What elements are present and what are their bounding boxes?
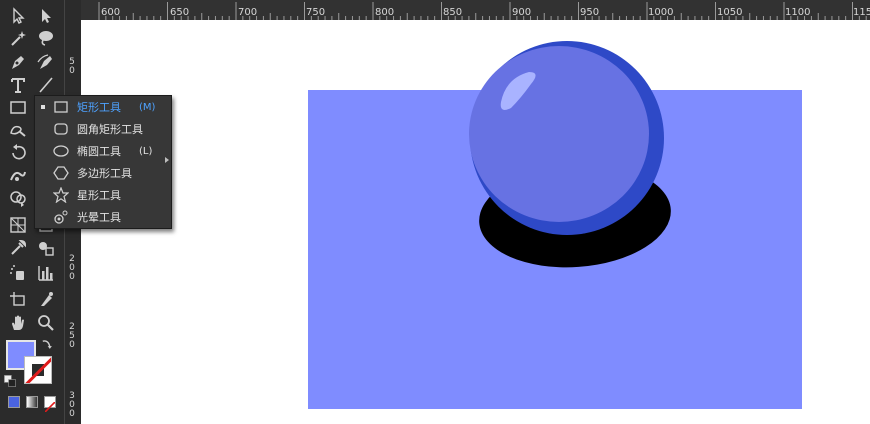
zoom-icon — [38, 315, 54, 331]
perspective-icon — [10, 217, 26, 233]
slice-tool[interactable] — [34, 288, 58, 310]
flyout-item-label: 多边形工具 — [77, 167, 132, 180]
rounded-rectangle-icon — [52, 120, 70, 138]
flyout-item-label: 圆角矩形工具 — [77, 123, 143, 136]
shape-builder-tool[interactable] — [6, 187, 30, 209]
ruler-label: 850 — [443, 7, 463, 18]
ruler-label: 300 — [69, 391, 75, 419]
star-icon — [52, 186, 70, 204]
lasso-tool[interactable] — [34, 27, 58, 49]
ellipse-icon — [52, 142, 70, 160]
stroke-color-swatch[interactable] — [24, 356, 52, 384]
flyout-item-label: 矩形工具 — [77, 101, 121, 114]
flyout-item-ellipse[interactable]: 椭圆工具 (L) — [35, 140, 165, 162]
ruler-label: 1100 — [785, 7, 811, 18]
magic-wand-icon — [11, 31, 26, 46]
type-tool[interactable] — [6, 74, 30, 96]
symbol-sprayer-tool[interactable] — [6, 262, 30, 284]
ruler-label: 1000 — [648, 7, 674, 18]
ruler-label: 900 — [512, 7, 532, 18]
artboard-icon — [10, 292, 25, 306]
canvas-area[interactable] — [81, 20, 870, 424]
flyout-item-label: 椭圆工具 — [77, 145, 121, 158]
shape-tools-flyout: 矩形工具 (M) 圆角矩形工具 椭圆工具 (L) 多边形工具 星形工具 光晕工具 — [34, 95, 172, 229]
line-tool[interactable] — [34, 74, 58, 96]
ruler-label: 1050 — [717, 7, 743, 18]
hand-tool[interactable] — [6, 312, 30, 334]
swap-arrows-icon — [42, 340, 52, 349]
horizontal-ruler: 600 650 700 750 800 850 900 950 1000 105… — [81, 0, 870, 21]
paintbrush-icon — [10, 125, 26, 137]
ruler-label: 600 — [101, 7, 121, 18]
flyout-item-star[interactable]: 星形工具 — [35, 184, 165, 206]
ruler-label: 115 — [853, 7, 870, 18]
flyout-item-rounded-rectangle[interactable]: 圆角矩形工具 — [35, 118, 165, 140]
flare-icon — [52, 208, 70, 226]
line-icon — [39, 77, 53, 93]
default-colors-button[interactable] — [3, 374, 17, 388]
pen-tool[interactable] — [6, 51, 30, 73]
direct-selection-tool[interactable] — [34, 5, 58, 27]
ruler-ticks — [98, 2, 867, 20]
slice-icon — [41, 292, 53, 306]
none-slash-icon — [44, 401, 56, 413]
width-tool[interactable] — [6, 165, 30, 187]
polygon-icon — [52, 164, 70, 182]
graph-icon — [38, 266, 53, 281]
ruler-label: 800 — [375, 7, 395, 18]
width-icon — [10, 171, 26, 181]
ruler-label: 50 — [69, 57, 75, 76]
blend-icon — [39, 242, 54, 256]
paintbrush-tool[interactable] — [6, 118, 30, 140]
shape-builder-icon — [10, 191, 26, 207]
selection-tool[interactable] — [6, 5, 30, 27]
artwork — [308, 41, 802, 409]
ruler-label: 650 — [170, 7, 190, 18]
eyedropper-icon — [11, 239, 27, 255]
flyout-item-label: 光晕工具 — [77, 211, 121, 224]
ruler-label: 950 — [580, 7, 600, 18]
lasso-icon — [39, 31, 53, 46]
flyout-item-polygon[interactable]: 多边形工具 — [35, 162, 165, 184]
active-bullet — [41, 105, 45, 109]
rectangle-icon — [52, 98, 70, 116]
magic-wand-tool[interactable] — [6, 27, 30, 49]
direct-selection-icon — [42, 9, 51, 23]
hand-icon — [12, 315, 24, 330]
ruler-label: 200 — [69, 254, 75, 282]
tearoff-arrow-icon[interactable] — [165, 157, 169, 163]
rotate-tool[interactable] — [6, 142, 30, 164]
rectangle-tool-icon — [10, 101, 26, 114]
gradient-mode-button[interactable] — [26, 396, 38, 408]
ruler-label: 250 — [69, 322, 75, 350]
sphere-body[interactable] — [469, 46, 649, 222]
default-colors-icon — [4, 375, 16, 387]
curvature-icon — [37, 54, 52, 69]
flyout-item-rectangle[interactable]: 矩形工具 (M) — [35, 96, 165, 118]
rectangle-tool[interactable] — [6, 96, 30, 118]
flyout-item-shortcut: (L) — [139, 145, 153, 157]
blend-tool[interactable] — [34, 237, 58, 259]
ruler-label: 750 — [306, 7, 326, 18]
curvature-tool[interactable] — [34, 51, 58, 73]
none-mode-button[interactable] — [44, 396, 56, 413]
ruler-label: 700 — [238, 7, 258, 18]
perspective-grid-tool[interactable] — [6, 214, 30, 236]
swap-fill-stroke-button[interactable] — [40, 337, 54, 351]
eyedropper-tool[interactable] — [6, 237, 30, 259]
rotate-icon — [12, 144, 26, 160]
flyout-item-label: 星形工具 — [77, 189, 121, 202]
flyout-item-flare[interactable]: 光晕工具 — [35, 206, 165, 228]
selection-icon — [13, 7, 25, 24]
pen-icon — [12, 56, 24, 69]
graph-tool[interactable] — [34, 262, 58, 284]
zoom-tool[interactable] — [34, 312, 58, 334]
artboard-tool[interactable] — [6, 288, 30, 310]
color-mode-button[interactable] — [8, 396, 20, 408]
type-icon — [11, 78, 25, 93]
flyout-item-shortcut: (M) — [139, 101, 156, 113]
symbol-sprayer-icon — [10, 265, 24, 280]
